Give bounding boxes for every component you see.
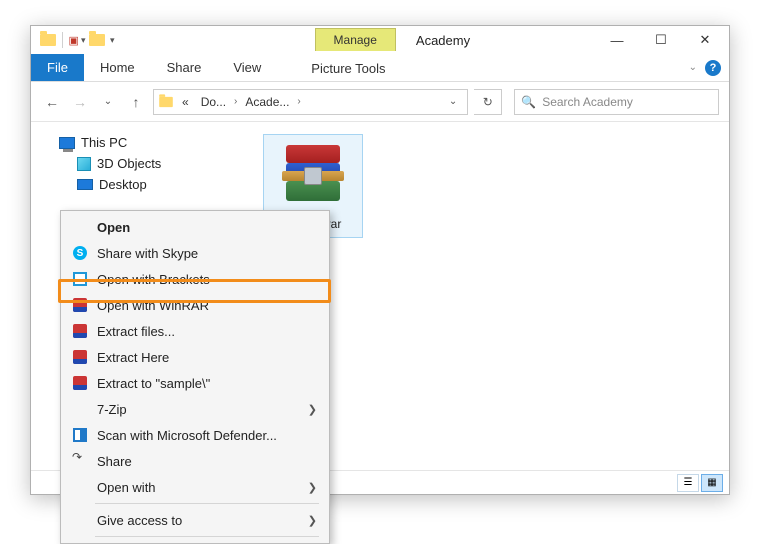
address-bar[interactable]: « Do... › Acade... › ⌄ <box>153 89 468 115</box>
search-placeholder: Search Academy <box>542 95 633 109</box>
cm-label: Scan with Microsoft Defender... <box>97 428 317 443</box>
submenu-arrow-icon: ❯ <box>308 403 317 416</box>
window-title: Academy <box>416 33 470 48</box>
chevron-right-icon[interactable]: › <box>297 96 300 107</box>
cm-label: Give access to <box>97 513 300 528</box>
details-view-button[interactable]: ☰ <box>677 474 699 492</box>
breadcrumb-seg2[interactable]: Acade... <box>241 95 293 109</box>
up-button[interactable]: ↑ <box>125 91 147 113</box>
separator <box>95 536 319 537</box>
tab-picture-tools[interactable]: Picture Tools <box>295 54 401 81</box>
nav-label: This PC <box>81 135 127 150</box>
skype-icon: S <box>73 246 87 260</box>
window-controls: ― ☐ ✕ <box>595 26 727 54</box>
forward-button[interactable]: → <box>69 91 91 113</box>
breadcrumb-seg1[interactable]: Do... <box>197 95 230 109</box>
nav-desktop[interactable]: Desktop <box>37 174 245 195</box>
cm-share-skype[interactable]: S Share with Skype <box>63 240 327 266</box>
cm-label: Extract to "sample\" <box>97 376 317 391</box>
winrar-icon <box>278 141 348 211</box>
cm-extract-to[interactable]: Extract to "sample\" <box>63 370 327 396</box>
share-icon <box>73 454 87 468</box>
nav-this-pc[interactable]: This PC <box>37 132 245 153</box>
cm-extract-here[interactable]: Extract Here <box>63 344 327 370</box>
cm-label: Extract files... <box>97 324 317 339</box>
minimize-button[interactable]: ― <box>595 26 639 54</box>
contextual-tab-header: Manage <box>315 31 396 49</box>
cm-open[interactable]: Open <box>63 214 327 240</box>
tab-home[interactable]: Home <box>84 54 151 81</box>
help-icon[interactable]: ? <box>705 60 721 76</box>
cm-extract-files[interactable]: Extract files... <box>63 318 327 344</box>
cm-label: 7-Zip <box>97 402 300 417</box>
cm-label: Open with <box>97 480 300 495</box>
close-button[interactable]: ✕ <box>683 26 727 54</box>
chevron-right-icon[interactable]: › <box>234 96 237 107</box>
cm-label: Extract Here <box>97 350 317 365</box>
address-dropdown-icon[interactable]: ⌄ <box>443 96 463 107</box>
winrar-icon <box>73 376 87 390</box>
folder-icon <box>159 96 173 106</box>
back-button[interactable]: ← <box>41 91 63 113</box>
breadcrumb-prefix: « <box>178 95 193 109</box>
cm-label: Open <box>97 220 317 235</box>
title-bar: ▣▾ ▾ Manage Academy ― ☐ ✕ <box>31 26 729 54</box>
winrar-icon <box>73 350 87 364</box>
folder-icon <box>39 31 57 49</box>
cm-scan-defender[interactable]: Scan with Microsoft Defender... <box>63 422 327 448</box>
highlight-box <box>58 279 331 303</box>
qat-customize-icon[interactable]: ▾ <box>110 35 115 46</box>
cm-label: Share with Skype <box>97 246 317 261</box>
cm-label: Share <box>97 454 317 469</box>
pc-icon <box>59 137 75 149</box>
cm-open-with[interactable]: Open with ❯ <box>63 474 327 500</box>
cube-icon <box>77 157 91 171</box>
navigation-bar: ← → ⌄ ↑ « Do... › Acade... › ⌄ ↻ 🔍 Searc… <box>31 82 729 122</box>
ribbon: File Home Share View Picture Tools ⌄ ? <box>31 54 729 82</box>
separator <box>95 503 319 504</box>
search-icon: 🔍 <box>521 95 536 109</box>
tab-share[interactable]: Share <box>151 54 218 81</box>
ribbon-collapse-icon[interactable]: ⌄ <box>689 62 697 73</box>
desktop-icon <box>77 179 93 190</box>
nav-3d-objects[interactable]: 3D Objects <box>37 153 245 174</box>
cm-share[interactable]: Share <box>63 448 327 474</box>
maximize-button[interactable]: ☐ <box>639 26 683 54</box>
quick-access-toolbar: ▣▾ ▾ <box>33 31 115 49</box>
search-input[interactable]: 🔍 Search Academy <box>514 89 719 115</box>
nav-label: 3D Objects <box>97 156 161 171</box>
nav-label: Desktop <box>99 177 147 192</box>
context-menu: Open S Share with Skype Open with Bracke… <box>60 210 330 544</box>
winrar-icon <box>73 324 87 338</box>
properties-icon[interactable]: ▣▾ <box>68 31 86 49</box>
new-folder-icon[interactable] <box>88 31 106 49</box>
refresh-button[interactable]: ↻ <box>474 89 502 115</box>
submenu-arrow-icon: ❯ <box>308 514 317 527</box>
contextual-tab-label[interactable]: Manage <box>315 28 396 51</box>
shield-icon <box>73 428 87 442</box>
tab-file[interactable]: File <box>31 54 84 81</box>
cm-give-access[interactable]: Give access to ❯ <box>63 507 327 533</box>
large-icons-view-button[interactable]: ▦ <box>701 474 723 492</box>
recent-locations-icon[interactable]: ⌄ <box>97 91 119 113</box>
cm-7zip[interactable]: 7-Zip ❯ <box>63 396 327 422</box>
tab-view[interactable]: View <box>217 54 277 81</box>
submenu-arrow-icon: ❯ <box>308 481 317 494</box>
